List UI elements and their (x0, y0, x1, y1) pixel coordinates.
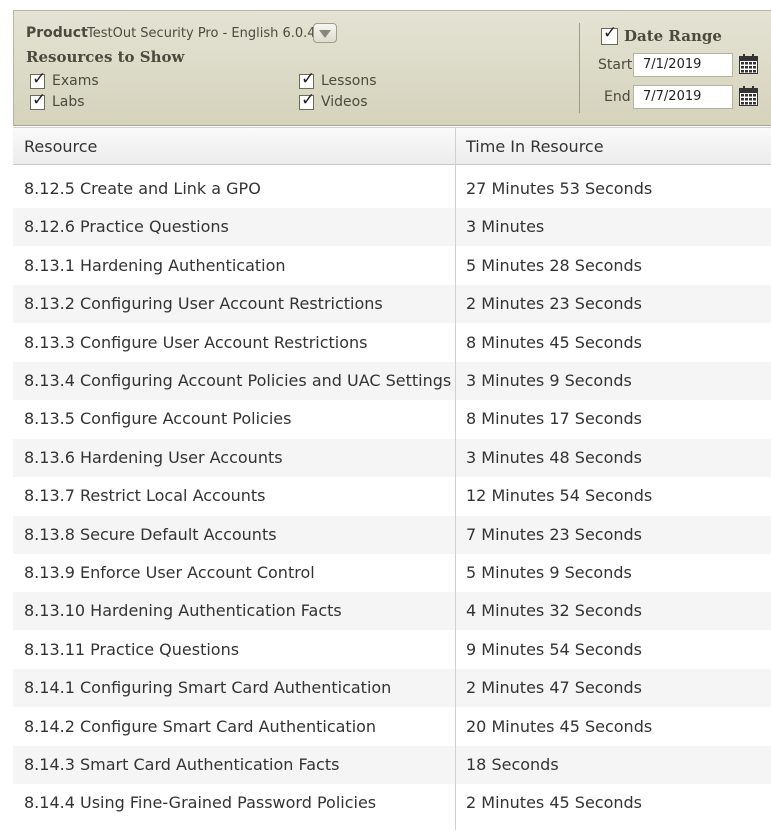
table-row[interactable]: 8.13.9 Enforce User Account Control 5 Min… (13, 554, 771, 592)
column-header-time[interactable]: Time In Resource (466, 128, 604, 164)
cell-time-in-resource: 7 Minutes 23 Seconds (466, 524, 642, 544)
table-row[interactable]: 8.13.4 Configuring Account Policies and … (13, 362, 771, 400)
checkbox-lessons[interactable]: ✓ Lessons (299, 69, 377, 90)
cell-resource: 8.13.4 Configuring Account Policies and … (24, 371, 452, 390)
checkbox-labs-label: Labs (52, 94, 85, 110)
checkbox-checked-icon[interactable]: ✓ (30, 69, 46, 89)
report-root: Product TestOut Security Pro - English 6… (0, 0, 771, 830)
cell-resource: 8.13.1 Hardening Authentication (24, 255, 286, 275)
checkbox-checked-icon[interactable]: ✓ (299, 90, 315, 110)
cell-resource: 8.14.1 Configuring Smart Card Authentica… (24, 678, 392, 698)
cell-resource: 8.13.2 Configuring User Account Restrict… (24, 294, 383, 314)
table-row[interactable]: 8.12.5 Create and Link a GPO 27 Minutes 5… (13, 170, 771, 208)
table-row[interactable]: 8.13.1 Hardening Authentication 5 Minutes… (13, 247, 771, 285)
filter-panel: Product TestOut Security Pro - English 6… (13, 10, 771, 126)
cell-time-in-resource: 18 Seconds (466, 755, 559, 774)
table-row[interactable]: 8.13.6 Hardening User Accounts 3 Minutes … (13, 438, 771, 477)
checkbox-date-range[interactable]: ✓ (601, 23, 625, 45)
table-row[interactable]: 8.13.8 Secure Default Accounts 7 Minutes … (13, 515, 771, 554)
checkbox-exams-label: Exams (52, 73, 99, 89)
table-row[interactable]: 8.13.11 Practice Questions 9 Minutes 54 S… (13, 631, 771, 669)
chevron-down-icon (319, 30, 331, 38)
cell-time-in-resource: 12 Minutes 54 Seconds (466, 486, 653, 506)
end-date-input[interactable]: 7/7/2019 (633, 85, 733, 109)
cell-time-in-resource: 20 Minutes 45 Seconds (466, 716, 653, 736)
cell-time-in-resource: 4 Minutes 32 Seconds (466, 601, 642, 621)
cell-resource: 8.14.3 Smart Card Authentication Facts (24, 755, 340, 774)
cell-resource: 8.14.2 Configure Smart Card Authenticati… (24, 716, 377, 736)
table-row[interactable]: 8.14.1 Configuring Smart Card Authentica… (13, 669, 771, 708)
checkbox-lessons-label: Lessons (321, 73, 377, 89)
cell-resource: 8.13.10 Hardening Authentication Facts (24, 601, 342, 621)
table-header: Resource Time In Resource (13, 127, 771, 165)
table-row[interactable]: 8.13.5 Configure Account Policies 8 Minut… (13, 400, 771, 438)
cell-resource: 8.13.3 Configure User Account Restrictio… (24, 332, 368, 352)
cell-time-in-resource: 8 Minutes 17 Seconds (466, 409, 642, 429)
table-row[interactable]: 8.13.10 Hardening Authentication Facts 4 … (13, 592, 771, 631)
table-row[interactable]: 8.14.3 Smart Card Authentication Facts 18… (13, 746, 771, 784)
cell-resource: 8.13.8 Secure Default Accounts (24, 524, 277, 544)
cell-resource: 8.13.7 Restrict Local Accounts (24, 486, 266, 506)
cell-time-in-resource: 9 Minutes 54 Seconds (466, 639, 642, 659)
cell-resource: 8.13.5 Configure Account Policies (24, 409, 292, 429)
product-label: Product (26, 25, 88, 41)
panel-divider (579, 23, 580, 113)
table-row[interactable]: 8.14.4 Using Fine-Grained Password Polic… (13, 784, 771, 822)
table-row[interactable]: 8.14.2 Configure Smart Card Authenticati… (13, 708, 771, 746)
calendar-icon[interactable] (739, 86, 758, 106)
table-row[interactable]: 8.13.7 Restrict Local Accounts 12 Minutes… (13, 477, 771, 515)
date-range-label: Date Range (624, 27, 722, 45)
cell-time-in-resource: 2 Minutes 47 Seconds (466, 678, 642, 698)
cell-time-in-resource: 3 Minutes 48 Seconds (466, 447, 642, 467)
checkbox-videos[interactable]: ✓ Videos (299, 90, 368, 111)
cell-resource: 8.12.6 Practice Questions (24, 217, 229, 237)
product-dropdown-button[interactable] (313, 23, 337, 43)
checkbox-checked-icon[interactable]: ✓ (30, 90, 46, 110)
cell-time-in-resource: 8 Minutes 45 Seconds (466, 332, 642, 352)
cell-time-in-resource: 2 Minutes 23 Seconds (466, 294, 642, 314)
column-divider (455, 127, 456, 830)
start-date-label: Start (598, 57, 633, 73)
checkbox-labs[interactable]: ✓ Labs (30, 90, 85, 111)
cell-time-in-resource: 3 Minutes 9 Seconds (466, 371, 632, 390)
checkbox-videos-label: Videos (321, 94, 368, 110)
cell-resource: 8.13.11 Practice Questions (24, 639, 240, 659)
cell-time-in-resource: 3 Minutes (466, 217, 545, 237)
table-row[interactable]: 8.13.3 Configure User Account Restrictio… (13, 324, 771, 362)
cell-resource: 8.13.6 Hardening User Accounts (24, 447, 283, 467)
product-value: TestOut Security Pro - English 6.0.4 (87, 26, 316, 41)
column-header-resource[interactable]: Resource (24, 128, 97, 164)
resources-title: Resources to Show (26, 48, 185, 66)
cell-resource: 8.13.9 Enforce User Account Control (24, 563, 315, 582)
cell-resource: 8.14.4 Using Fine-Grained Password Polic… (24, 793, 377, 813)
table-row[interactable]: 8.12.6 Practice Questions 3 Minutes (13, 208, 771, 247)
checkbox-exams[interactable]: ✓ Exams (30, 69, 99, 90)
calendar-icon[interactable] (739, 54, 758, 74)
cell-time-in-resource: 2 Minutes 45 Seconds (466, 793, 642, 813)
table-row[interactable]: 8.13.2 Configuring User Account Restrict… (13, 285, 771, 324)
cell-time-in-resource: 5 Minutes 9 Seconds (466, 563, 632, 582)
start-date-input[interactable]: 7/1/2019 (633, 53, 733, 77)
end-date-label: End (604, 89, 631, 105)
checkbox-checked-icon[interactable]: ✓ (601, 23, 618, 45)
checkbox-checked-icon[interactable]: ✓ (299, 69, 315, 89)
cell-resource: 8.12.5 Create and Link a GPO (24, 179, 261, 198)
cell-time-in-resource: 5 Minutes 28 Seconds (466, 255, 642, 275)
cell-time-in-resource: 27 Minutes 53 Seconds (466, 179, 653, 198)
